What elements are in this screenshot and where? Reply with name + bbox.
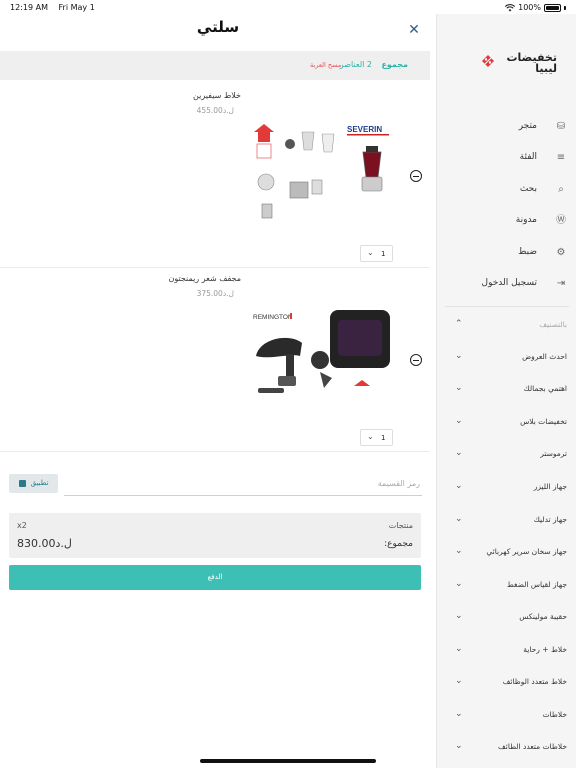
chevron-up-icon: ⌃ xyxy=(455,319,463,329)
sidebar-item-shop[interactable]: متجر ⛁ xyxy=(437,117,576,139)
status-time: 12:19 AM xyxy=(10,3,48,12)
category-item[interactable]: ترموستر ⌄ xyxy=(437,445,576,465)
coupon-placeholder: رمز القسيمة xyxy=(377,479,420,488)
item-name: خلاط سيفيرين xyxy=(193,91,241,100)
close-icon: ✕ xyxy=(408,22,420,38)
remove-item-icon[interactable] xyxy=(410,354,422,366)
close-button[interactable]: ✕ xyxy=(406,22,422,38)
total-value: ل.د830.00 xyxy=(17,537,72,550)
login-icon: ⇥ xyxy=(556,278,566,289)
products-label: منتجات xyxy=(388,521,413,530)
chevron-down-icon: ⌄ xyxy=(367,432,374,441)
checkout-button[interactable]: الدفع xyxy=(9,565,421,590)
logo-mark-icon xyxy=(482,55,494,67)
chevron-down-icon: ⌄ xyxy=(455,383,463,393)
chevron-down-icon: ⌄ xyxy=(455,611,463,621)
sidebar-item-settings[interactable]: ضبط ⚙ xyxy=(437,243,576,265)
chevron-down-icon: ⌄ xyxy=(455,546,463,556)
category-item[interactable]: اهتمي بجمالك ⌄ xyxy=(437,380,576,400)
sidebar-item-search[interactable]: بحث ⌕ xyxy=(437,180,576,202)
summary-items-count: 2 العناصر xyxy=(339,60,372,69)
item-name: مجفف شعر ريمنجتون xyxy=(168,274,241,283)
category-item[interactable]: خلاط متعدد الوظائف ⌄ xyxy=(437,673,576,693)
category-item[interactable]: تخفيضات بلاس ⌄ xyxy=(437,413,576,433)
sidebar-item-blog[interactable]: مدونة Ⓦ xyxy=(437,211,576,233)
cart-summary-bar: مجموع 2 العناصر مسح العربة xyxy=(0,51,430,80)
blender-product-image[interactable]: SEVERIN xyxy=(250,122,395,222)
cart-item: خلاط سيفيرين ل.د455.00 SEVERIN 1 ⌄ xyxy=(0,80,430,268)
chevron-down-icon: ⌄ xyxy=(455,676,463,686)
total-label: مجموع: xyxy=(384,539,413,549)
list-icon: ≡ xyxy=(556,152,566,163)
battery-icon xyxy=(544,3,561,12)
sidebar: تخفيضات ليبيا متجر ⛁ الفئة ≡ بحث ⌕ مدونة… xyxy=(436,14,576,768)
apply-coupon-button[interactable]: تطبيق xyxy=(9,474,58,493)
svg-text:REMINGTON: REMINGTON xyxy=(253,314,293,321)
sidebar-divider xyxy=(445,306,569,307)
quantity-select[interactable]: 1 ⌄ xyxy=(360,429,393,446)
category-item[interactable]: جهاز سخان سرير كهربائي ⌄ xyxy=(437,543,576,563)
chevron-down-icon: ⌄ xyxy=(455,351,463,361)
check-icon xyxy=(18,479,26,487)
cart-item: مجفف شعر ريمنجتون ل.د375.00 REMINGTON 1 … xyxy=(0,268,430,452)
chevron-down-icon: ⌄ xyxy=(455,741,463,751)
sidebar-item-categories[interactable]: الفئة ≡ xyxy=(437,148,576,170)
cart-title: سلتي xyxy=(196,18,240,36)
chevron-down-icon: ⌄ xyxy=(455,709,463,719)
chevron-down-icon: ⌄ xyxy=(455,448,463,458)
chevron-down-icon: ⌄ xyxy=(455,644,463,654)
chevron-down-icon: ⌄ xyxy=(455,481,463,491)
category-item[interactable]: خلاطات ⌄ xyxy=(437,706,576,726)
wordpress-icon: Ⓦ xyxy=(556,215,566,226)
category-item[interactable]: حقيبة مولينكس ⌄ xyxy=(437,608,576,628)
logo-text: تخفيضات ليبيا xyxy=(506,51,558,75)
wifi-icon xyxy=(505,3,516,11)
totals-box: منتجات x2 مجموع: ل.د830.00 xyxy=(9,513,421,558)
search-icon: ⌕ xyxy=(558,184,564,195)
category-item[interactable]: خلاطات متعدد الطائف ⌄ xyxy=(437,738,576,758)
item-price: ل.د375.00 xyxy=(196,289,234,298)
clear-cart-link[interactable]: مسح العربة xyxy=(310,61,341,69)
quantity-value: 1 xyxy=(381,250,386,258)
remove-item-icon[interactable] xyxy=(410,170,422,182)
chevron-down-icon: ⌄ xyxy=(367,248,374,257)
summary-total-label: مجموع xyxy=(381,60,408,69)
apply-button-label: تطبيق xyxy=(30,479,49,487)
category-item[interactable]: جهاز الليزر ⌄ xyxy=(437,478,576,498)
status-bar: 12:19 AM Fri May 1 100% xyxy=(0,0,576,14)
products-count: x2 xyxy=(17,521,27,530)
quantity-value: 1 xyxy=(381,434,386,442)
status-date: Fri May 1 xyxy=(58,3,95,12)
quantity-select[interactable]: 1 ⌄ xyxy=(360,245,393,262)
basket-icon: ⛁ xyxy=(556,121,566,132)
coupon-input[interactable]: رمز القسيمة xyxy=(64,472,422,496)
category-item[interactable]: جهاز تدليك ⌄ xyxy=(437,511,576,531)
category-item[interactable]: جهاز لقياس الضغط ⌄ xyxy=(437,576,576,596)
categories-header[interactable]: بالتصنيف ⌃ xyxy=(437,316,576,336)
home-indicator[interactable] xyxy=(200,759,376,763)
battery-percent: 100% xyxy=(518,3,541,12)
chevron-down-icon: ⌄ xyxy=(455,416,463,426)
chevron-down-icon: ⌄ xyxy=(455,579,463,589)
svg-text:SEVERIN: SEVERIN xyxy=(347,125,382,134)
sidebar-item-login[interactable]: تسجيل الدخول ⇥ xyxy=(437,274,576,296)
gear-icon: ⚙ xyxy=(556,247,566,258)
category-item[interactable]: احدث العروض ⌄ xyxy=(437,348,576,368)
chevron-down-icon: ⌄ xyxy=(455,514,463,524)
item-price: ل.د455.00 xyxy=(196,106,234,115)
hair-dryer-product-image[interactable]: REMINGTON xyxy=(250,308,395,408)
category-item[interactable]: خلاط + رحاية ⌄ xyxy=(437,641,576,661)
brand-logo[interactable]: تخفيضات ليبيا xyxy=(482,50,558,75)
